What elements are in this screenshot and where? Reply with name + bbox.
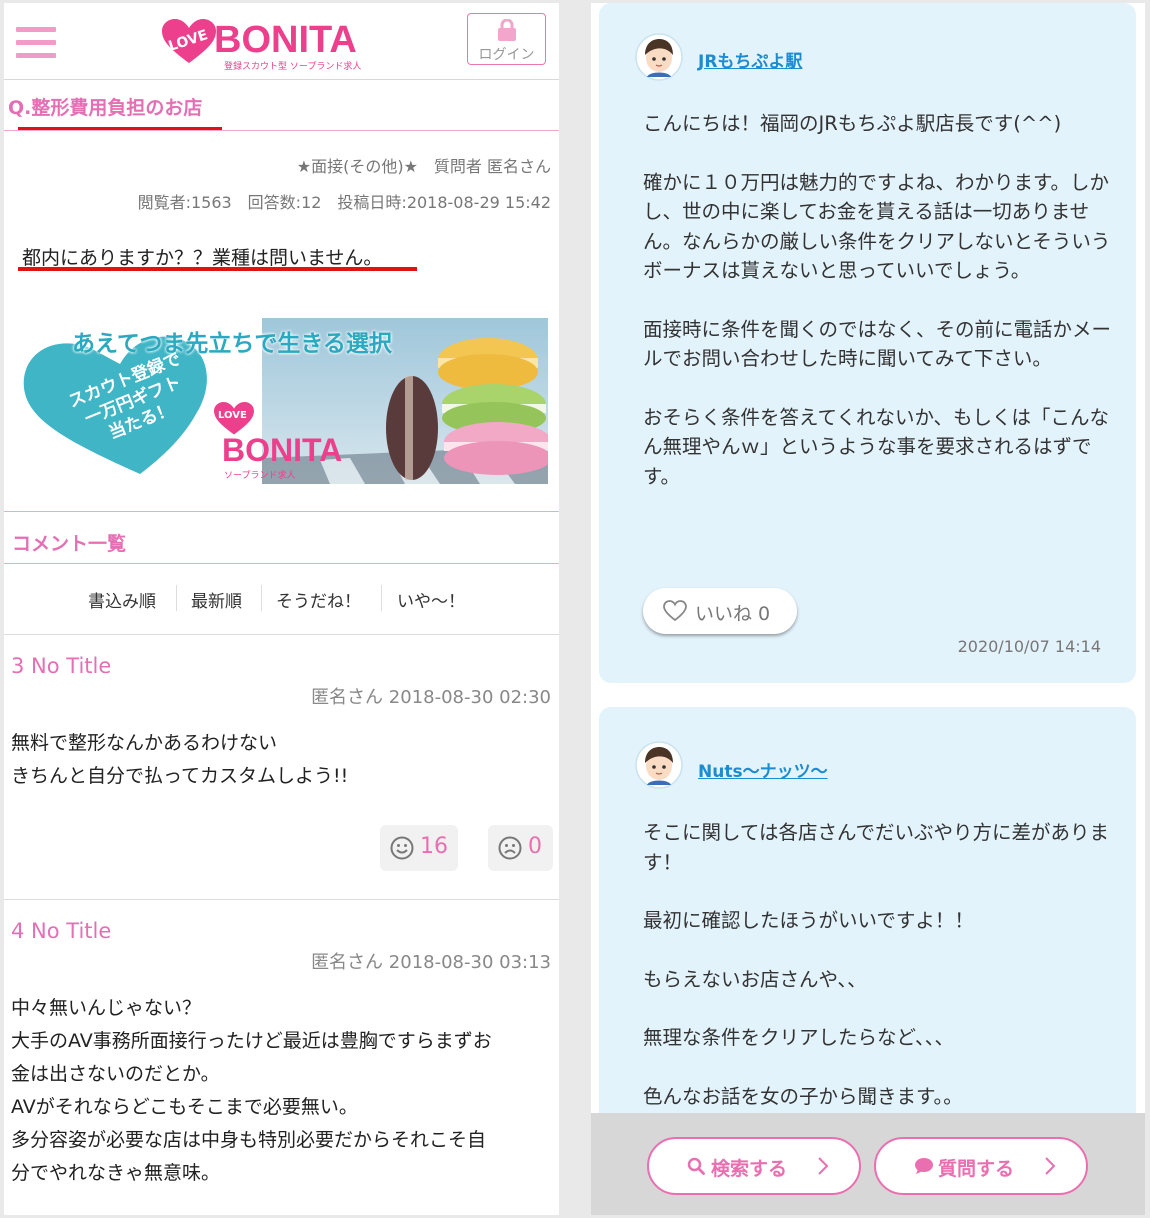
answer-paragraph: そこに関しては各店さんでだいぶやり方に差があります！ bbox=[643, 821, 1110, 874]
disagree-button[interactable]: 0 bbox=[488, 825, 553, 871]
answer-paragraph: 面接時に条件を聞くのではなく、その前に電話かメールでお問い合わせした時に聞いてみ… bbox=[643, 317, 1112, 371]
like-label: いいね 0 bbox=[695, 603, 771, 625]
sort-by-posted[interactable]: 書込み順 bbox=[88, 587, 156, 612]
ask-label: 質問する bbox=[938, 1158, 1015, 1180]
comment-line: 多分容姿が必要な店は中身も特別必要だからそれこそ自 bbox=[11, 1129, 487, 1151]
bottom-action-bar: 検索する 質問する bbox=[591, 1113, 1145, 1215]
logo-word: BONITA bbox=[214, 19, 357, 61]
chevron-right-icon bbox=[1045, 1157, 1056, 1175]
answer-username[interactable]: JRもちぷよ駅 bbox=[698, 47, 802, 72]
logo-subtitle: 登録スカウト型 ソープランド求人 bbox=[224, 62, 362, 72]
search-icon bbox=[687, 1157, 705, 1175]
banner-logo-word: BONITA bbox=[222, 432, 343, 468]
answer-paragraph: 最初に確認したほうがいいですよ！！ bbox=[643, 909, 974, 932]
body-red-underline bbox=[18, 267, 417, 271]
answer-card: JRもちぷよ駅 こんにちは！福岡のJRもちぷよ駅店長です(^^) 確かに１０万円… bbox=[599, 3, 1136, 683]
divider bbox=[4, 899, 559, 900]
banner-logo-sub: ソープランド求人 bbox=[224, 471, 296, 481]
banner-headline: あえてつま先立ちで生きる選択 bbox=[72, 331, 392, 357]
chevron-right-icon bbox=[818, 1157, 829, 1175]
sort-separator bbox=[176, 585, 177, 611]
like-button[interactable]: いいね 0 bbox=[643, 588, 797, 634]
question-category: ★面接(その他)★ 質問者 匿名さん bbox=[296, 157, 551, 176]
banner-logo-heart: LOVE bbox=[218, 410, 247, 421]
comment-sort-bar: 書込み順 最新順 そうだね！ いや〜！ bbox=[4, 583, 559, 617]
sort-by-newest[interactable]: 最新順 bbox=[191, 587, 242, 612]
frown-icon bbox=[498, 836, 522, 860]
comment-meta: 匿名さん 2018-08-30 03:13 bbox=[311, 952, 551, 973]
comment-body: 無料で整形なんかあるわけない きちんと自分で払ってカスタムしよう!! bbox=[11, 727, 348, 793]
answer-paragraph: 無理な条件をクリアしたらなど、、、 bbox=[643, 1026, 955, 1049]
comment-body: 中々無いんじゃない？ 大手のAV事務所面接行ったけど最近は豊胸ですらまずお 金は… bbox=[11, 992, 492, 1190]
answer-body: そこに関しては各店さんでだいぶやり方に差があります！ 最初に確認したほうがいいで… bbox=[643, 818, 1113, 1140]
answer-paragraph: もらえないお店さんや、、 bbox=[643, 967, 867, 991]
answer-date: 2020/10/07 14:14 bbox=[957, 637, 1101, 656]
comment-line: 分でやれなきゃ無意味。 bbox=[11, 1162, 221, 1184]
answer-paragraph: 色んなお話を女の子から聞きます。。 bbox=[643, 1084, 963, 1108]
sort-by-agree[interactable]: そうだね！ bbox=[276, 587, 361, 612]
comment-line: AVがそれならどこもそこまで必要無い。 bbox=[11, 1096, 358, 1118]
agree-button[interactable]: 16 bbox=[380, 825, 458, 871]
comment-title: 3 No Title bbox=[11, 654, 112, 678]
login-label: ログイン bbox=[478, 47, 535, 63]
answer-body: こんにちは！福岡のJRもちぷよ駅店長です(^^) 確かに１０万円は魅力的ですよね… bbox=[643, 109, 1113, 520]
comment-line: 無料で整形なんかあるわけない bbox=[11, 732, 278, 754]
comment-line: 大手のAV事務所面接行ったけど最近は豊胸ですらまずお bbox=[11, 1030, 492, 1052]
divider bbox=[4, 563, 559, 564]
question-page-panel: LOVE BONITA 登録スカウト型 ソープランド求人 ログイン Q.整形費用… bbox=[4, 3, 559, 1215]
smile-icon bbox=[390, 836, 414, 860]
comment-line: きちんと自分で払ってカスタムしよう!! bbox=[11, 765, 349, 787]
login-button[interactable]: ログイン bbox=[467, 13, 546, 65]
heart-outline-icon bbox=[663, 600, 687, 622]
question-stats: 閲覧者:1563 回答数:12 投稿日時:2018-08-29 15:42 bbox=[137, 193, 551, 212]
sort-separator bbox=[381, 585, 382, 611]
sort-by-disagree[interactable]: いや〜！ bbox=[397, 587, 465, 612]
disagree-count: 0 bbox=[528, 834, 542, 859]
answers-panel: JRもちぷよ駅 こんにちは！福岡のJRもちぷよ駅店長です(^^) 確かに１０万円… bbox=[591, 3, 1145, 1215]
comment-line: 中々無いんじゃない？ bbox=[11, 997, 202, 1019]
lock-icon bbox=[498, 19, 516, 41]
agree-count: 16 bbox=[420, 834, 448, 859]
comment-line: 金は出さないのだとか。 bbox=[11, 1063, 220, 1085]
answer-paragraph: こんにちは！福岡のJRもちぷよ駅店長です(^^) bbox=[643, 112, 1062, 135]
bonita-logo[interactable]: LOVE BONITA 登録スカウト型 ソープランド求人 bbox=[162, 17, 362, 73]
answer-paragraph: おそらく条件を答えてくれないか、もしくは「こんなん無理やんｗ」というような事を要… bbox=[643, 405, 1110, 488]
hamburger-menu-icon[interactable] bbox=[16, 27, 56, 61]
sort-separator bbox=[261, 585, 262, 611]
user-avatar-icon[interactable] bbox=[635, 33, 683, 81]
scout-gift-banner[interactable]: あえてつま先立ちで生きる選択 スカウト登録で 一万円ギフト 当たる！ LOVE … bbox=[20, 318, 548, 484]
divider bbox=[4, 634, 559, 635]
divider bbox=[4, 511, 559, 512]
answer-username[interactable]: Nuts〜ナッツ〜 bbox=[698, 757, 828, 782]
comment-meta: 匿名さん 2018-08-30 02:30 bbox=[311, 687, 551, 708]
ask-question-button[interactable]: 質問する bbox=[874, 1137, 1088, 1195]
user-avatar-icon[interactable] bbox=[635, 741, 683, 789]
site-header: LOVE BONITA 登録スカウト型 ソープランド求人 ログイン bbox=[4, 3, 559, 80]
question-title: Q.整形費用負担のお店 bbox=[8, 97, 203, 119]
search-button[interactable]: 検索する bbox=[647, 1137, 861, 1195]
comment-title: 4 No Title bbox=[11, 919, 112, 943]
search-label: 検索する bbox=[711, 1158, 788, 1180]
divider bbox=[4, 130, 559, 131]
question-body: 都内にありますか？？業種は問いません。 bbox=[22, 247, 383, 269]
speech-bubble-icon bbox=[915, 1158, 933, 1174]
comments-section-title: コメント一覧 bbox=[12, 533, 127, 555]
answer-paragraph: 確かに１０万円は魅力的ですよね、わかります。しかし、世の中に楽してお金を貰える話… bbox=[643, 170, 1111, 283]
